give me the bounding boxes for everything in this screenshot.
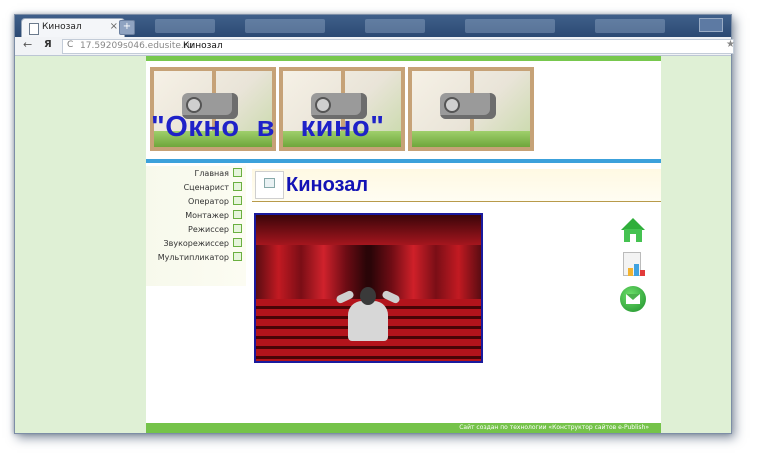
page-icon xyxy=(29,23,39,35)
sitemap-icon[interactable] xyxy=(620,252,646,278)
new-tab-button[interactable]: + xyxy=(119,20,135,35)
site-banner: "Окно в кино" xyxy=(146,61,661,159)
window-control-button[interactable] xyxy=(699,18,723,32)
menu-bullet-icon xyxy=(233,196,242,205)
tab-title: Кинозал xyxy=(42,22,82,32)
taskbar-blur xyxy=(365,19,425,33)
back-arrow-icon[interactable]: ← xyxy=(23,38,32,51)
url-text: 17.59209s046.edusite.ru xyxy=(80,41,194,51)
taskbar-blur xyxy=(155,19,215,33)
menu-item-zvukorezhisser[interactable]: Звукорежиссер xyxy=(163,238,242,250)
mail-icon[interactable] xyxy=(620,286,646,312)
menu-bullet-icon xyxy=(233,182,242,191)
page-title: Кинозал xyxy=(286,174,369,196)
taskbar-blur xyxy=(465,19,555,33)
cinema-hall-image xyxy=(254,213,483,363)
menu-bullet-icon xyxy=(233,168,242,177)
taskbar-blur xyxy=(595,19,665,33)
menu-item-montazher[interactable]: Монтажер xyxy=(185,210,242,222)
menu-item-multiplikator[interactable]: Мультипликатор xyxy=(158,252,242,264)
menu-item-scenarist[interactable]: Сценарист xyxy=(184,182,242,194)
footer-credit[interactable]: Сайт создан по технологии «Конструктор с… xyxy=(459,424,649,431)
window-camera-picture xyxy=(408,67,534,151)
taskbar-blur xyxy=(245,19,325,33)
reload-icon[interactable]: C xyxy=(67,40,73,50)
menu-item-glavnaya[interactable]: Главная xyxy=(194,168,242,180)
content-header: Кинозал xyxy=(252,169,661,202)
menu-item-operator[interactable]: Оператор xyxy=(188,196,242,208)
bookmark-star-icon[interactable]: ★ xyxy=(726,39,735,50)
sidebar-menu: Главная Сценарист Оператор Монтажер Режи… xyxy=(146,166,246,286)
browser-window: Кинозал × + ← Я C 17.59209s046.edusite.r… xyxy=(14,14,735,434)
site-title: "Окно в кино" xyxy=(151,111,385,143)
address-bar[interactable]: C 17.59209s046.edusite.ru Кинозал ★ xyxy=(62,39,735,54)
url-page-title: Кинозал xyxy=(183,41,223,51)
menu-bullet-icon xyxy=(233,252,242,261)
page-viewport: "Окно в кино" Главная Сценарист Оператор… xyxy=(15,56,731,433)
menu-bullet-icon xyxy=(233,238,242,247)
menu-item-rezhisser[interactable]: Режиссер xyxy=(188,224,242,236)
menu-bullet-icon xyxy=(233,224,242,233)
tab-strip: Кинозал × + xyxy=(15,15,731,38)
yandex-icon[interactable]: Я xyxy=(44,39,52,50)
site-footer: Сайт создан по технологии «Конструктор с… xyxy=(146,423,661,433)
browser-tab[interactable]: Кинозал × xyxy=(21,18,125,38)
home-icon[interactable] xyxy=(620,218,646,244)
address-toolbar: ← Я C 17.59209s046.edusite.ru Кинозал ★ xyxy=(15,37,735,56)
tab-close-icon[interactable]: × xyxy=(110,21,118,32)
viewer-figure xyxy=(335,287,401,341)
camera-icon xyxy=(440,93,496,119)
broken-image-icon xyxy=(255,171,284,199)
site-page: "Окно в кино" Главная Сценарист Оператор… xyxy=(146,56,661,433)
blue-divider xyxy=(146,159,661,163)
menu-bullet-icon xyxy=(233,210,242,219)
